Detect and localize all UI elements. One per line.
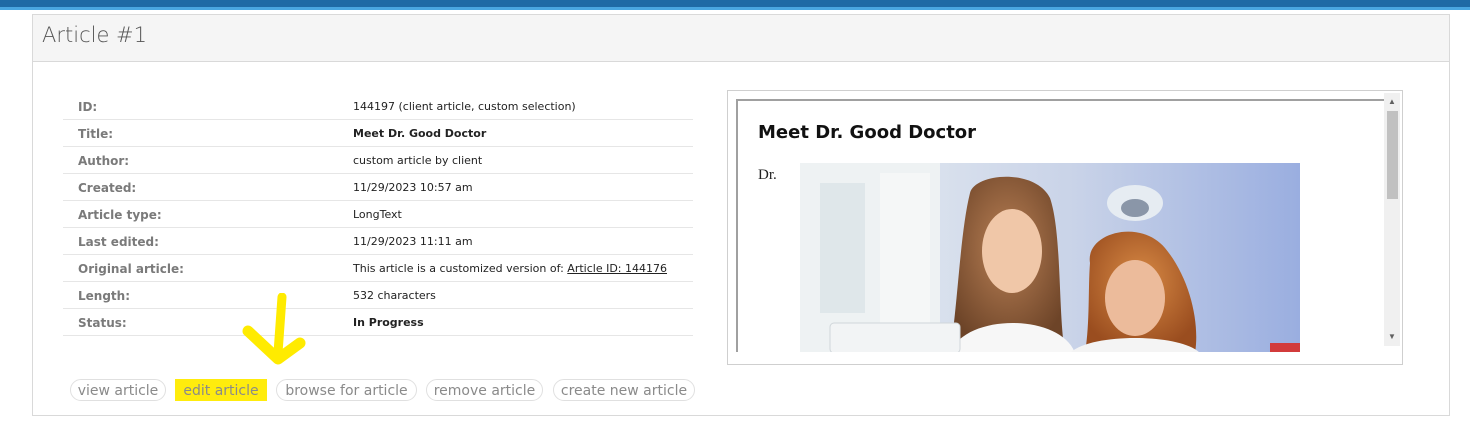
detail-row-created: Created: 11/29/2023 10:57 am [63,174,693,201]
detail-row-last-edited: Last edited: 11/29/2023 11:11 am [63,228,693,255]
detail-label: Original article: [78,262,184,276]
detail-value: 532 characters [353,289,436,302]
original-article-link[interactable]: Article ID: 144176 [567,262,667,275]
article-details-table: ID: 144197 (client article, custom selec… [63,93,693,336]
view-article-button[interactable]: view article [70,379,166,401]
detail-label: Article type: [78,208,162,222]
article-preview-frame: Meet Dr. Good Doctor Dr. ▲ ▼ [727,90,1403,365]
article-preview-content[interactable]: Meet Dr. Good Doctor Dr. [736,99,1398,352]
top-nav-bar-shade [0,7,1470,10]
preview-scrollbar[interactable]: ▲ ▼ [1384,93,1400,346]
detail-label: ID: [78,100,98,114]
doctor-photo [800,163,1300,352]
detail-value: Meet Dr. Good Doctor [353,127,487,140]
detail-row-original-article: Original article: This article is a cust… [63,255,693,282]
detail-value: 11/29/2023 11:11 am [353,235,473,248]
remove-article-button[interactable]: remove article [426,379,543,401]
top-nav-bar-fill [0,0,1470,7]
detail-row-id: ID: 144197 (client article, custom selec… [63,93,693,120]
page-title: Article #1 [42,23,147,47]
annotation-arrow-icon [242,293,306,365]
article-panel: Article #1 ID: 144197 (client article, c… [32,14,1450,416]
detail-row-length: Length: 532 characters [63,282,693,309]
detail-value: LongText [353,208,402,221]
detail-row-author: Author: custom article by client [63,147,693,174]
detail-label: Length: [78,289,130,303]
scroll-down-arrow-icon[interactable]: ▼ [1384,330,1400,344]
scroll-up-arrow-icon[interactable]: ▲ [1384,95,1400,109]
top-nav-bar [0,0,1470,10]
detail-value: custom article by client [353,154,483,167]
scroll-thumb[interactable] [1387,111,1398,199]
detail-row-status: Status: In Progress [63,309,693,336]
detail-value: This article is a customized version of:… [353,262,667,275]
detail-label: Title: [78,127,114,141]
create-new-article-button[interactable]: create new article [553,379,695,401]
preview-title: Meet Dr. Good Doctor [758,122,977,143]
browse-for-article-button[interactable]: browse for article [276,379,417,401]
detail-label: Created: [78,181,137,195]
detail-value: 11/29/2023 10:57 am [353,181,473,194]
original-article-text: This article is a customized version of: [353,262,564,275]
panel-header: Article #1 [33,15,1449,62]
detail-value: In Progress [353,316,424,329]
detail-row-article-type: Article type: LongText [63,201,693,228]
detail-label: Last edited: [78,235,159,249]
edit-article-button[interactable]: edit article [175,379,267,401]
preview-text: Dr. [758,167,777,183]
detail-row-title: Title: Meet Dr. Good Doctor [63,120,693,147]
detail-value: 144197 (client article, custom selection… [353,100,576,113]
detail-label: Author: [78,154,130,168]
detail-label: Status: [78,316,127,330]
